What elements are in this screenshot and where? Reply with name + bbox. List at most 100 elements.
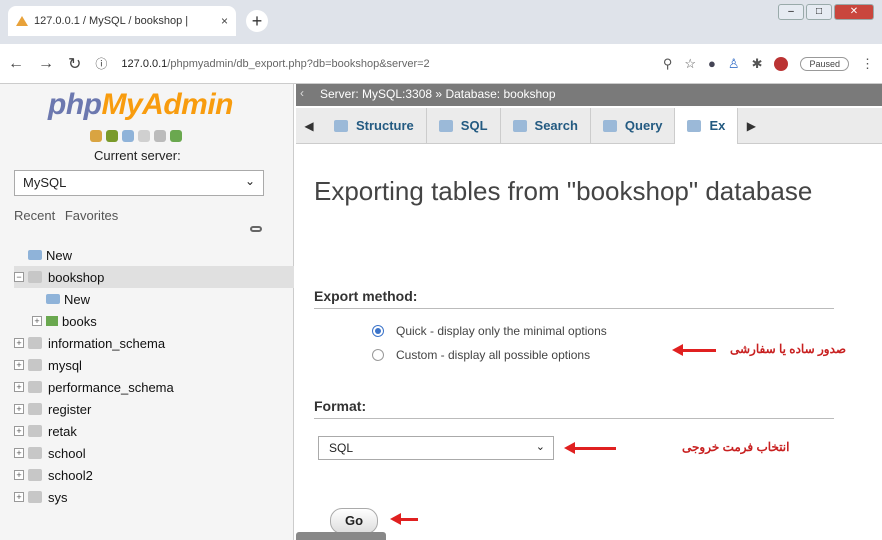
tree-item-label: bookshop bbox=[48, 269, 105, 285]
forward-icon[interactable]: → bbox=[38, 55, 54, 73]
expand-icon[interactable]: + bbox=[14, 360, 24, 370]
tree-item-label: school bbox=[48, 445, 86, 461]
tree-item[interactable]: + register bbox=[14, 398, 294, 420]
tree-item[interactable]: + mysql bbox=[14, 354, 294, 376]
query-icon bbox=[602, 119, 617, 132]
tab-sql[interactable]: SQL bbox=[427, 107, 501, 144]
extension-icon[interactable]: ● bbox=[708, 56, 716, 71]
phpmyadmin-logo[interactable]: phpMyAdmin bbox=[48, 88, 233, 122]
tree-item[interactable]: + school2 bbox=[14, 464, 294, 486]
tree-item[interactable]: − bookshop bbox=[14, 266, 294, 288]
browser-tab-title: 127.0.0.1 / MySQL / bookshop | bbox=[34, 15, 189, 27]
tab-query[interactable]: Query bbox=[591, 107, 676, 144]
recent-favorites-tabs: Recent Favorites bbox=[14, 208, 124, 223]
tree-item[interactable]: + information_schema bbox=[14, 332, 294, 354]
tab-search[interactable]: Search bbox=[501, 107, 591, 144]
menu-icon[interactable]: ⋮ bbox=[861, 56, 874, 72]
format-select-value: SQL bbox=[329, 441, 354, 455]
quick-radio[interactable] bbox=[372, 325, 384, 337]
database-icon bbox=[28, 469, 42, 481]
expand-icon[interactable]: + bbox=[14, 382, 24, 392]
annotation-arrow bbox=[564, 442, 616, 454]
tree-item[interactable]: + books bbox=[14, 310, 294, 332]
window-close-button[interactable]: ✕ bbox=[834, 4, 874, 20]
tab-export[interactable]: Ex bbox=[675, 107, 739, 144]
expand-icon[interactable]: + bbox=[14, 492, 24, 502]
puzzle-icon[interactable]: ✱ bbox=[752, 56, 763, 72]
expand-icon[interactable]: + bbox=[14, 338, 24, 348]
tree-item[interactable]: + school bbox=[14, 442, 294, 464]
tabs-scroll-right-icon[interactable]: ▶ bbox=[738, 119, 764, 133]
format-annotation: انتخاب فرمت خروجی bbox=[682, 440, 790, 454]
main-panel: ‹ Server: MySQL:3308 » Database: booksho… bbox=[296, 84, 882, 540]
expand-icon[interactable]: + bbox=[14, 470, 24, 480]
divider bbox=[314, 418, 834, 419]
new-tab-button[interactable]: + bbox=[246, 10, 268, 32]
expand-icon[interactable]: + bbox=[14, 404, 24, 414]
link-chain-icon[interactable] bbox=[250, 226, 262, 232]
database-icon bbox=[28, 425, 42, 437]
zoom-icon[interactable]: ⚲ bbox=[663, 56, 673, 72]
server-select-value: MySQL bbox=[23, 175, 67, 190]
server-select[interactable]: MySQL ⌄ bbox=[14, 170, 264, 196]
info-icon[interactable]: ⓘ bbox=[95, 55, 107, 72]
avatar[interactable] bbox=[774, 56, 789, 71]
back-icon[interactable]: ← bbox=[8, 55, 24, 73]
tree-item[interactable]: + performance_schema bbox=[14, 376, 294, 398]
export-method-label: Export method: bbox=[314, 288, 418, 304]
breadcrumb-server[interactable]: Server: MySQL:3308 bbox=[320, 87, 432, 101]
tree-item[interactable]: + retak bbox=[14, 420, 294, 442]
help-icon[interactable] bbox=[122, 130, 134, 142]
go-button[interactable]: Go bbox=[330, 508, 378, 534]
minimize-button[interactable]: – bbox=[778, 4, 804, 20]
custom-radio[interactable] bbox=[372, 349, 384, 361]
quick-option-label: Quick - display only the minimal options bbox=[396, 324, 607, 338]
current-server-label: Current server: bbox=[94, 148, 181, 163]
logo-php-text: php bbox=[48, 88, 102, 121]
tree-item[interactable]: New bbox=[14, 244, 294, 266]
tabs-scroll-left-icon[interactable]: ◀ bbox=[296, 119, 322, 133]
bookmark-star-icon[interactable]: ☆ bbox=[684, 56, 696, 72]
browser-tab[interactable]: 127.0.0.1 / MySQL / bookshop | × bbox=[8, 6, 236, 36]
expand-icon[interactable]: + bbox=[32, 316, 42, 326]
navigation-panel: phpMyAdmin Current server: MySQL ⌄ Recen… bbox=[0, 84, 294, 540]
tree-item-label: school2 bbox=[48, 467, 93, 483]
console-tab[interactable] bbox=[296, 532, 386, 540]
profile-extension-icon[interactable]: ♙ bbox=[728, 56, 740, 72]
logout-icon[interactable] bbox=[106, 130, 118, 142]
annotation-arrow bbox=[672, 344, 716, 356]
home-icon[interactable] bbox=[90, 130, 102, 142]
tab-label: Ex bbox=[709, 118, 726, 133]
collapse-icon[interactable]: ‹ bbox=[300, 86, 304, 100]
quick-option[interactable]: Quick - display only the minimal options bbox=[372, 324, 607, 338]
close-tab-icon[interactable]: × bbox=[221, 14, 228, 28]
database-icon bbox=[28, 271, 42, 283]
custom-option-label: Custom - display all possible options bbox=[396, 348, 591, 362]
tree-item[interactable]: New bbox=[14, 288, 294, 310]
tree-item[interactable]: + sys bbox=[14, 486, 294, 508]
format-select[interactable]: SQL ⌄ bbox=[318, 436, 554, 460]
settings-icon[interactable] bbox=[154, 130, 166, 142]
paused-badge[interactable]: Paused bbox=[800, 56, 849, 71]
maximize-button[interactable]: □ bbox=[806, 4, 832, 20]
expand-icon[interactable]: + bbox=[14, 426, 24, 436]
recent-link[interactable]: Recent bbox=[14, 208, 55, 223]
favorites-link[interactable]: Favorites bbox=[65, 208, 118, 223]
expand-icon[interactable]: + bbox=[14, 448, 24, 458]
tab-label: SQL bbox=[460, 118, 488, 133]
tab-label: Query bbox=[624, 118, 663, 133]
breadcrumb-database[interactable]: Database: bookshop bbox=[445, 87, 555, 101]
database-icon bbox=[28, 447, 42, 459]
tree-item-label: retak bbox=[48, 423, 77, 439]
chevron-down-icon: ⌄ bbox=[244, 174, 255, 188]
collapse-icon[interactable]: − bbox=[14, 272, 24, 282]
tab-structure[interactable]: Structure bbox=[322, 107, 427, 144]
browser-tab-strip: 127.0.0.1 / MySQL / bookshop | × + – □ ✕ bbox=[0, 0, 882, 44]
docs-icon[interactable] bbox=[138, 130, 150, 142]
tree-item-label: New bbox=[64, 291, 91, 307]
export-icon bbox=[687, 119, 702, 132]
reload-nav-icon[interactable] bbox=[170, 130, 182, 142]
reload-icon[interactable]: ↻ bbox=[68, 54, 81, 74]
custom-option[interactable]: Custom - display all possible options bbox=[372, 348, 590, 362]
url-field[interactable]: 127.0.0.1/phpmyadmin/db_export.php?db=bo… bbox=[121, 58, 662, 70]
